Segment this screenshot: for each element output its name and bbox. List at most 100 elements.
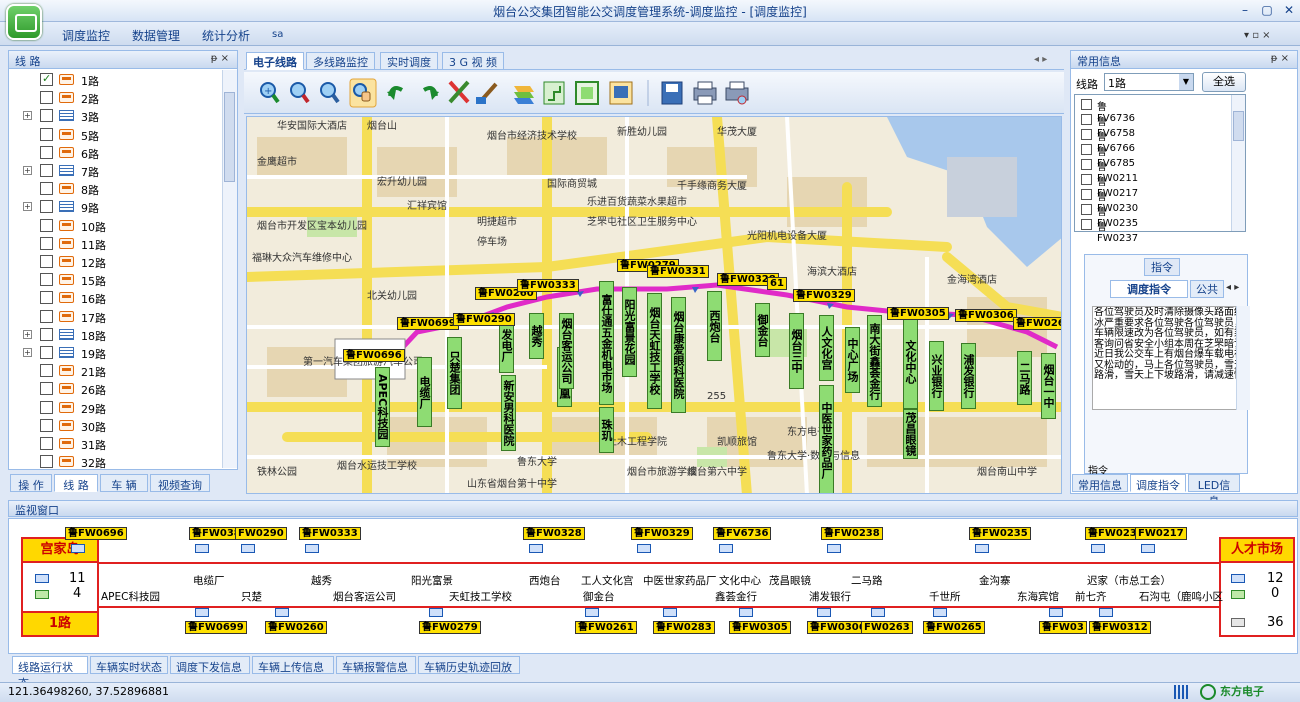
- tab-3g-video[interactable]: 3 G 视 频: [442, 52, 505, 70]
- monitor-down-vehicle[interactable]: 鲁FW0265: [923, 621, 985, 634]
- monitor-stop-upper[interactable]: 阳光富景: [411, 573, 453, 588]
- zoom-out-icon[interactable]: [290, 82, 310, 104]
- map-bus-stop[interactable]: 文化中心: [903, 315, 918, 409]
- route-checkbox[interactable]: [40, 145, 53, 159]
- command-scrollbar[interactable]: [1236, 306, 1250, 410]
- route-checkbox[interactable]: [40, 255, 53, 268]
- route-checkbox[interactable]: [40, 182, 53, 196]
- tree-route-row[interactable]: 12路: [9, 253, 219, 271]
- monitor-stop-lower[interactable]: 鑫荟金行: [715, 589, 757, 604]
- tree-route-row[interactable]: 21路: [9, 362, 219, 380]
- map-poi-label[interactable]: 华安国际大酒店: [277, 117, 347, 132]
- map-poi-label[interactable]: 北关幼儿园: [367, 287, 417, 302]
- route-checkbox[interactable]: [40, 418, 53, 432]
- mdi-controls[interactable]: ▾ ▫ ×: [1244, 30, 1271, 41]
- map-poi-label[interactable]: 华茂大厦: [717, 123, 757, 138]
- map-bus-stop[interactable]: 只楚集团: [447, 337, 462, 409]
- tab-common-info[interactable]: 常用信息: [1072, 474, 1128, 492]
- route-checkbox[interactable]: [40, 437, 53, 450]
- monitor-up-vehicle[interactable]: 鲁FW0696: [65, 527, 127, 540]
- map-bus-stop[interactable]: 烟台天虹技工学校: [647, 293, 662, 409]
- map-poi-label[interactable]: 乐进百货蔬菜水果超市: [587, 193, 687, 208]
- vehicle-checkbox[interactable]: [1081, 204, 1092, 215]
- minimize-button[interactable]: –: [1234, 2, 1256, 19]
- monitor-stop-lower[interactable]: 千世所: [929, 589, 961, 604]
- vehicle-checkbox[interactable]: [1081, 189, 1092, 200]
- tab-video-query[interactable]: 视频查询: [150, 474, 210, 492]
- menu-sa[interactable]: sa: [272, 29, 283, 40]
- expand-icon[interactable]: +: [23, 202, 32, 212]
- print-preview-icon[interactable]: [725, 81, 749, 105]
- map-poi-label[interactable]: 鲁东大学: [517, 453, 557, 468]
- map-poi-label[interactable]: 海滨大酒店: [807, 263, 857, 278]
- monitor-down-vehicle[interactable]: FW0263: [861, 621, 913, 634]
- tab-e-route[interactable]: 电子线路: [246, 52, 304, 70]
- route-checkbox[interactable]: [40, 91, 53, 105]
- tree-route-row[interactable]: 31路: [9, 435, 219, 453]
- route-checkbox[interactable]: [40, 218, 53, 232]
- line-tree-pin-icon[interactable]: ᵽ ×: [211, 53, 229, 64]
- tree-route-row[interactable]: +3路: [9, 107, 219, 125]
- map-bus-stop[interactable]: 中医世家药品厂: [819, 385, 834, 493]
- tree-route-row[interactable]: 26路: [9, 380, 219, 398]
- brush-icon[interactable]: [476, 82, 498, 104]
- map-poi-label[interactable]: 明捷超市: [477, 213, 517, 228]
- monitor-down-vehicle[interactable]: 鲁FW0283: [653, 621, 715, 634]
- select-all-button[interactable]: 全选: [1202, 72, 1246, 92]
- print-icon[interactable]: [693, 81, 717, 105]
- tree-scrollbar-thumb[interactable]: [224, 92, 235, 182]
- line-select[interactable]: 1路 ▼: [1104, 73, 1194, 91]
- route-checkbox[interactable]: [40, 109, 53, 123]
- tree-route-row[interactable]: 29路: [9, 399, 219, 417]
- map-poi-label[interactable]: 光阳机电设备大厦: [747, 227, 827, 242]
- map-vehicle-tag[interactable]: 鲁FW0306: [955, 309, 1017, 322]
- tree-route-row[interactable]: 30路: [9, 417, 219, 435]
- monitor-down-vehicle[interactable]: 鲁FW0699: [185, 621, 247, 634]
- tab-operation[interactable]: 操 作: [10, 474, 52, 492]
- tree-route-row[interactable]: 32路: [9, 453, 219, 471]
- tab-dispatch-command[interactable]: 调度指令: [1110, 280, 1188, 298]
- monitor-tab[interactable]: 线路运行状态: [12, 656, 88, 690]
- route-checkbox[interactable]: [40, 72, 53, 86]
- zoom-fit-icon[interactable]: [320, 82, 340, 104]
- route-checkbox[interactable]: [40, 236, 53, 250]
- map-poi-label[interactable]: 255: [707, 391, 726, 402]
- command-tab-arrows-icon[interactable]: ◂ ▸: [1226, 282, 1239, 293]
- tree-route-row[interactable]: 15路: [9, 271, 219, 289]
- tree-route-row[interactable]: +19路: [9, 344, 219, 362]
- tab-led-info[interactable]: LED信息: [1188, 474, 1240, 508]
- map-poi-label[interactable]: 宏升幼儿园: [377, 173, 427, 188]
- clear-tools-icon[interactable]: [448, 80, 470, 104]
- menu-data[interactable]: 数据管理: [132, 27, 180, 44]
- monitor-tab[interactable]: 车辆实时状态: [90, 656, 168, 674]
- tree-route-row[interactable]: +18路: [9, 326, 219, 344]
- map-view[interactable]: 华安国际大酒店 烟台山 烟台市经济技术学校 新胜幼儿园 华茂大厦 金鹰超市 宏升幼儿园 国际商…: [246, 116, 1062, 494]
- map-poi-label[interactable]: 芝罘屯社区卫生服务中心: [587, 213, 697, 228]
- map-poi-label[interactable]: 凯顺旅馆: [717, 433, 757, 448]
- map-bus-stop[interactable]: 烟台三中: [789, 313, 804, 389]
- map-poi-label[interactable]: 千手缘商务大厦: [677, 177, 747, 192]
- vehicle-checkbox[interactable]: [1081, 114, 1092, 125]
- map-poi-label[interactable]: 汇祥宾馆: [407, 197, 447, 212]
- monitor-stop-lower[interactable]: 烟台客运公司: [333, 589, 396, 604]
- tree-route-row[interactable]: 17路: [9, 308, 219, 326]
- monitor-stop-lower[interactable]: 前七齐: [1075, 589, 1107, 604]
- monitor-up-vehicle[interactable]: FW0217: [1135, 527, 1187, 540]
- tree-route-row[interactable]: 8路: [9, 180, 219, 198]
- map-poi-label[interactable]: 烟台水运技工学校: [337, 457, 417, 472]
- map-vehicle-tag[interactable]: 61: [767, 277, 787, 290]
- map-poi-label[interactable]: 山东省烟台第十中学: [467, 475, 557, 490]
- tree-route-row[interactable]: 11路: [9, 235, 219, 253]
- monitor-down-vehicle[interactable]: 鲁FW0260: [265, 621, 327, 634]
- monitor-down-vehicle[interactable]: 鲁FW0305: [729, 621, 791, 634]
- route-checkbox[interactable]: [40, 273, 53, 287]
- map-bus-stop[interactable]: APEC科技园: [375, 367, 390, 447]
- tree-route-row[interactable]: 1路: [9, 71, 219, 89]
- vehicle-list-scrollbar-thumb[interactable]: [1233, 111, 1244, 141]
- vehicle-list-scrollbar[interactable]: [1231, 95, 1245, 231]
- map-bus-stop[interactable]: 富仕通五金机电市场: [599, 281, 614, 405]
- monitor-tab[interactable]: 车辆报警信息: [336, 656, 416, 674]
- map-bus-stop[interactable]: 烟台康爱眼科医院: [671, 297, 686, 413]
- tab-public-command[interactable]: 公共: [1190, 280, 1224, 298]
- tree-route-row[interactable]: 2路: [9, 89, 219, 107]
